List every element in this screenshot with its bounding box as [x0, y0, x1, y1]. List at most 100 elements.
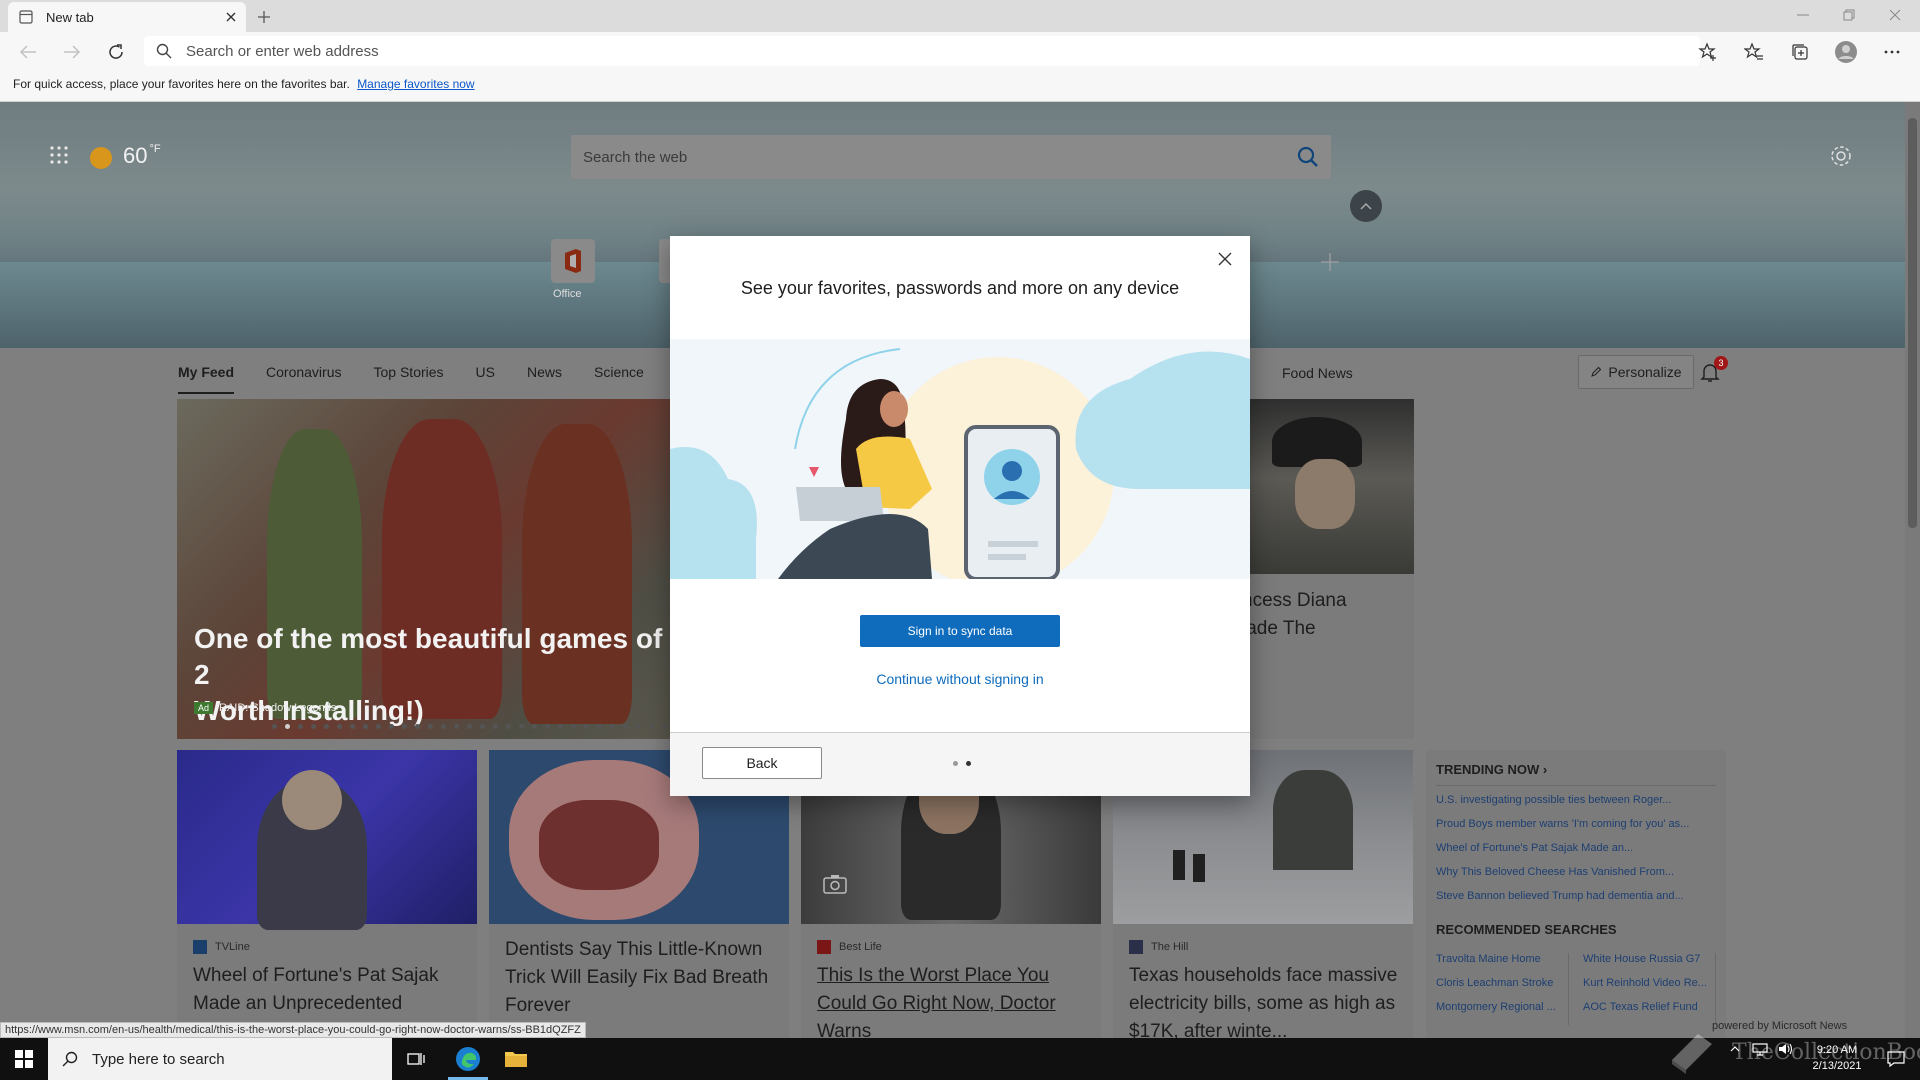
personalize-button[interactable]: Personalize: [1578, 355, 1694, 389]
weather-temperature[interactable]: 60 °F: [123, 143, 161, 169]
card-source: Best Life: [817, 940, 882, 954]
personalize-label: Personalize: [1608, 364, 1682, 380]
tab-top-stories[interactable]: Top Stories: [374, 364, 444, 394]
tvline-logo-icon: [193, 940, 207, 954]
edge-taskbar-icon[interactable]: [444, 1038, 492, 1080]
card-source: TVLine: [193, 940, 250, 954]
card-headline: This Is the Worst Place You Could Go Rig…: [817, 965, 1056, 1038]
watermark-text: TheCollectionBook: [1732, 1040, 1920, 1065]
the-hill-logo-icon: [1129, 940, 1143, 954]
featured-card-ad-source: Ad RAID: Shadow Legends: [194, 702, 336, 714]
card-image-figure: [1173, 850, 1185, 880]
refresh-button[interactable]: [102, 38, 130, 66]
recommended-search-item[interactable]: Cloris Leachman Stroke: [1436, 977, 1569, 1001]
recommended-search-item[interactable]: Montgomery Regional ...: [1436, 1001, 1569, 1025]
minimize-button[interactable]: [1780, 0, 1826, 30]
tab-my-feed[interactable]: My Feed: [178, 364, 235, 394]
app-launcher-icon[interactable]: [48, 144, 70, 166]
dialog-back-button[interactable]: Back: [702, 747, 822, 779]
notification-count-badge: 3: [1714, 356, 1728, 370]
trending-title[interactable]: TRENDING NOW ›: [1436, 762, 1716, 786]
forward-button[interactable]: [58, 38, 86, 66]
web-search-icon[interactable]: [1297, 146, 1319, 168]
camera-icon: [823, 874, 847, 894]
recommended-search-item[interactable]: AOC Texas Relief Fund: [1583, 1001, 1716, 1025]
sync-illustration: [670, 339, 1250, 579]
trending-item[interactable]: Wheel of Fortune's Pat Sajak Made an...: [1436, 842, 1716, 866]
card-image-figure: [1273, 770, 1353, 870]
manage-favorites-link[interactable]: Manage favorites now: [357, 77, 474, 91]
restore-button[interactable]: [1826, 0, 1872, 30]
card-image-figure: [1295, 459, 1355, 529]
address-placeholder: Search or enter web address: [186, 42, 379, 60]
recommended-search-item[interactable]: Travolta Maine Home: [1436, 953, 1569, 977]
start-button-windows-icon[interactable]: [0, 1038, 48, 1080]
featured-title-line1: One of the most beautiful games of 2: [194, 623, 663, 690]
diana-title-line1: ncess Diana: [1242, 590, 1347, 611]
news-card-tvline[interactable]: TVLine Wheel of Fortune's Pat Sajak Made…: [177, 750, 477, 1038]
quick-link-office[interactable]: [551, 239, 595, 283]
scrollbar-thumb[interactable]: [1908, 118, 1917, 528]
status-bar-url: https://www.msn.com/en-us/health/medical…: [0, 1022, 586, 1038]
taskbar-search-placeholder: Type here to search: [92, 1050, 225, 1068]
tab-strip: New tab: [0, 0, 1920, 32]
settings-more-icon[interactable]: [1878, 38, 1906, 66]
diana-card-image: [1247, 399, 1414, 574]
web-search-box[interactable]: Search the web: [571, 135, 1331, 179]
page-settings-gear-icon[interactable]: [1829, 144, 1853, 168]
task-view-icon[interactable]: [392, 1038, 440, 1080]
new-tab-button[interactable]: [252, 6, 276, 28]
taskbar-search-box[interactable]: Type here to search: [48, 1038, 392, 1080]
add-favorite-star-icon[interactable]: [1694, 38, 1722, 66]
carousel-dots[interactable]: [272, 724, 671, 729]
card-headline: Wheel of Fortune's Pat Sajak Made an Unp…: [193, 965, 439, 1014]
sync-illustration-art: [670, 348, 1250, 579]
continue-without-signing-in-link[interactable]: Continue without signing in: [670, 671, 1250, 687]
trending-item[interactable]: Why This Beloved Cheese Has Vanished Fro…: [1436, 866, 1716, 890]
tab-new-tab[interactable]: New tab: [8, 2, 246, 32]
feed-tabs: My Feed Coronavirus Top Stories US News …: [178, 364, 676, 394]
trending-panel: TRENDING NOW › U.S. investigating possib…: [1426, 750, 1726, 1038]
profile-avatar-icon[interactable]: [1832, 38, 1860, 66]
sign-in-to-sync-button[interactable]: Sign in to sync data: [860, 615, 1060, 647]
collections-icon[interactable]: [1786, 38, 1814, 66]
back-button[interactable]: [14, 38, 42, 66]
trending-item[interactable]: Proud Boys member warns 'I'm coming for …: [1436, 818, 1716, 842]
favorites-icon[interactable]: [1740, 38, 1768, 66]
dialog-footer: Back: [670, 732, 1250, 796]
ad-badge: Ad: [194, 702, 214, 714]
new-tab-page-icon: [18, 9, 34, 25]
step-dot: [953, 761, 958, 766]
recommended-search-item[interactable]: White House Russia G7: [1583, 953, 1716, 977]
tab-close-icon[interactable]: [226, 12, 236, 22]
web-search-placeholder: Search the web: [583, 148, 688, 166]
card-image-figure: [539, 800, 659, 890]
dialog-close-icon[interactable]: [1216, 250, 1234, 268]
weather-sun-icon[interactable]: [90, 147, 112, 169]
trending-item[interactable]: Steve Bannon believed Trump had dementia…: [1436, 890, 1716, 914]
taskbar-search-icon: [62, 1051, 78, 1067]
tab-coronavirus[interactable]: Coronavirus: [266, 364, 341, 394]
featured-card-ad[interactable]: One of the most beautiful games of 2 Wor…: [177, 399, 671, 739]
search-icon: [156, 43, 172, 59]
card-image-figure: [282, 770, 342, 830]
recommended-searches: Travolta Maine Home White House Russia G…: [1436, 953, 1716, 1025]
windows-taskbar: Type here to search 9:20 AM 2/13/2021: [0, 1038, 1920, 1080]
quick-link-office-label: Office: [553, 288, 582, 300]
favorites-bar: For quick access, place your favorites h…: [0, 70, 1920, 102]
card-source: The Hill: [1129, 940, 1188, 954]
recommended-search-item[interactable]: Kurt Reinhold Video Re...: [1583, 977, 1716, 1001]
close-window-button[interactable]: [1872, 0, 1918, 30]
card-image: [177, 750, 477, 930]
tab-news[interactable]: News: [527, 364, 562, 394]
tab-science[interactable]: Science: [594, 364, 644, 394]
card-image-figure: [1193, 854, 1205, 882]
add-site-plus-icon[interactable]: [1318, 250, 1342, 274]
diana-title-line2: lade The: [1242, 618, 1316, 639]
trending-item[interactable]: U.S. investigating possible ties between…: [1436, 794, 1716, 818]
tab-us[interactable]: US: [476, 364, 495, 394]
file-explorer-icon[interactable]: [492, 1038, 540, 1080]
collapse-chevron-up-icon[interactable]: [1350, 190, 1382, 222]
tab-food-news[interactable]: Food News: [1282, 365, 1353, 381]
address-bar[interactable]: Search or enter web address: [144, 36, 1700, 66]
